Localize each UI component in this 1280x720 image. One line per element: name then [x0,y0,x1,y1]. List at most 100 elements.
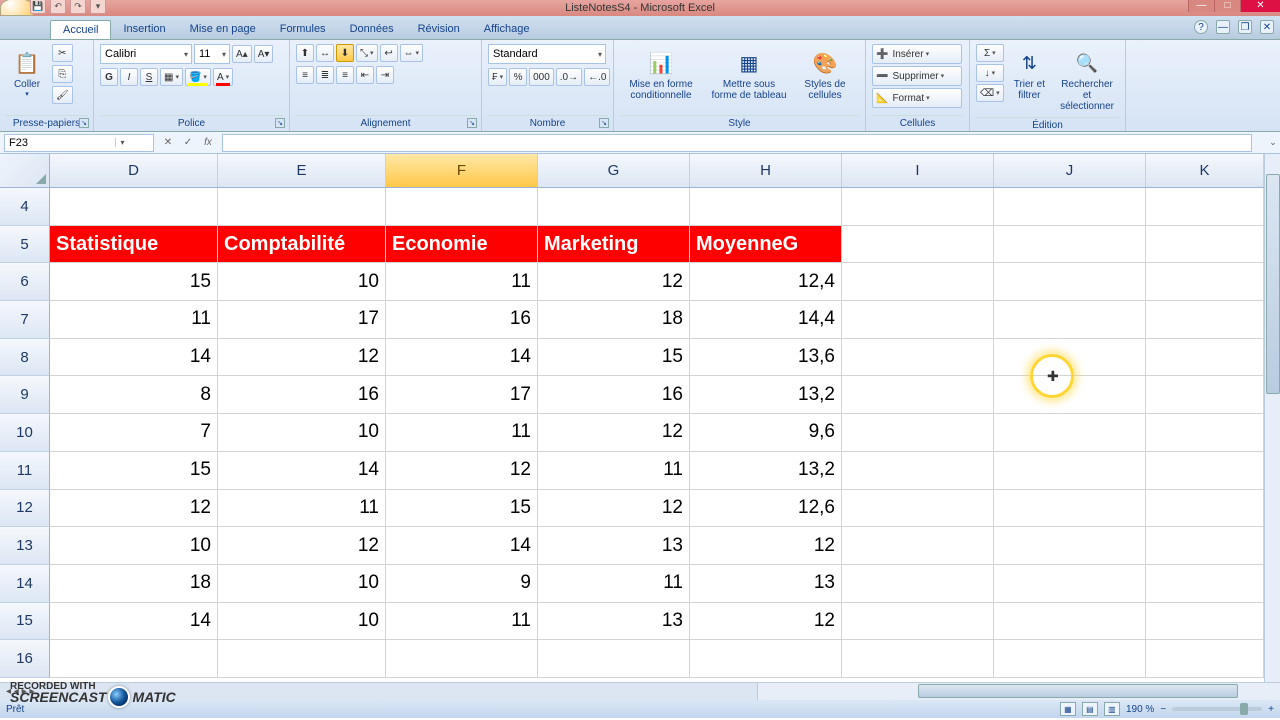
cell-J11[interactable] [994,452,1146,490]
row-header-16[interactable]: 16 [0,640,50,678]
cell-G8[interactable]: 15 [538,339,690,377]
cell-J8[interactable] [994,339,1146,377]
align-top-icon[interactable]: ⬆ [296,44,314,62]
cell-F15[interactable]: 11 [386,603,538,641]
enter-formula-icon[interactable]: ✓ [180,135,196,151]
row-header-10[interactable]: 10 [0,414,50,452]
cell-K12[interactable] [1146,490,1264,528]
cell-J4[interactable] [994,188,1146,226]
name-box-dropdown-icon[interactable]: ▾ [115,138,129,147]
cell-K15[interactable] [1146,603,1264,641]
undo-icon[interactable]: ↶ [50,0,66,14]
column-header-J[interactable]: J [994,154,1146,187]
insert-cells-button[interactable]: ➕ Insérer [872,44,962,64]
cell-H15[interactable]: 12 [690,603,842,641]
column-header-E[interactable]: E [218,154,386,187]
column-header-D[interactable]: D [50,154,218,187]
row-header-8[interactable]: 8 [0,339,50,377]
zoom-slider[interactable] [1172,707,1262,711]
cell-J9[interactable] [994,376,1146,414]
horizontal-scroll-thumb[interactable] [918,684,1238,698]
cell-I7[interactable] [842,301,994,339]
row-header-15[interactable]: 15 [0,603,50,641]
copy-icon[interactable]: ⎘ [52,65,73,83]
cell-D11[interactable]: 15 [50,452,218,490]
cell-I11[interactable] [842,452,994,490]
row-header-6[interactable]: 6 [0,263,50,301]
cell-K6[interactable] [1146,263,1264,301]
minimize-button[interactable]: — [1188,0,1214,12]
cut-icon[interactable]: ✂ [52,44,73,62]
shrink-font-icon[interactable]: A▾ [254,45,274,63]
number-dialog-launcher[interactable]: ↘ [599,118,609,128]
cell-I13[interactable] [842,527,994,565]
fill-color-icon[interactable]: 🪣 [185,68,211,86]
cell-D13[interactable]: 10 [50,527,218,565]
cell-K4[interactable] [1146,188,1264,226]
page-break-view-icon[interactable]: ▥ [1104,702,1120,716]
row-header-4[interactable]: 4 [0,188,50,226]
alignment-dialog-launcher[interactable]: ↘ [467,118,477,128]
cell-D8[interactable]: 14 [50,339,218,377]
column-header-F[interactable]: F [386,154,538,187]
cell-H10[interactable]: 9,6 [690,414,842,452]
tab-formules[interactable]: Formules [268,20,338,39]
cell-K11[interactable] [1146,452,1264,490]
cell-E15[interactable]: 10 [218,603,386,641]
cell-J7[interactable] [994,301,1146,339]
cell-I5[interactable] [842,226,994,264]
format-as-table-button[interactable]: ▦ Mettre sous forme de tableau [706,44,792,104]
cell-F5[interactable]: Economie [386,226,538,264]
cell-H14[interactable]: 13 [690,565,842,603]
cell-F10[interactable]: 11 [386,414,538,452]
cell-F6[interactable]: 11 [386,263,538,301]
cell-I8[interactable] [842,339,994,377]
cell-D14[interactable]: 18 [50,565,218,603]
font-dialog-launcher[interactable]: ↘ [275,118,285,128]
row-header-12[interactable]: 12 [0,490,50,528]
column-header-K[interactable]: K [1146,154,1264,187]
thousands-icon[interactable]: 000 [529,68,554,86]
cell-H8[interactable]: 13,6 [690,339,842,377]
cell-J13[interactable] [994,527,1146,565]
cell-K16[interactable] [1146,640,1264,678]
row-header-7[interactable]: 7 [0,301,50,339]
increase-indent-icon[interactable]: ⇥ [376,66,394,84]
cell-G4[interactable] [538,188,690,226]
cell-G16[interactable] [538,640,690,678]
fill-icon[interactable]: ↓ [976,64,1004,82]
conditional-formatting-button[interactable]: 📊 Mise en forme conditionnelle [620,44,702,104]
cell-F4[interactable] [386,188,538,226]
qat-dropdown-icon[interactable]: ▾ [90,0,106,14]
cell-D16[interactable] [50,640,218,678]
grow-font-icon[interactable]: A▴ [232,45,252,63]
cell-F11[interactable]: 12 [386,452,538,490]
cell-J16[interactable] [994,640,1146,678]
zoom-thumb[interactable] [1240,703,1248,715]
cell-E14[interactable]: 10 [218,565,386,603]
cell-D15[interactable]: 14 [50,603,218,641]
cancel-formula-icon[interactable]: ✕ [160,135,176,151]
clear-icon[interactable]: ⌫ [976,84,1004,102]
cell-E11[interactable]: 14 [218,452,386,490]
tab-révision[interactable]: Révision [406,20,472,39]
column-header-H[interactable]: H [690,154,842,187]
row-header-9[interactable]: 9 [0,376,50,414]
clipboard-dialog-launcher[interactable]: ↘ [79,118,89,128]
align-middle-icon[interactable]: ↔ [316,44,334,62]
cell-H5[interactable]: MoyenneG [690,226,842,264]
cell-I4[interactable] [842,188,994,226]
align-right-icon[interactable]: ≡ [336,66,354,84]
cell-H13[interactable]: 12 [690,527,842,565]
cell-D4[interactable] [50,188,218,226]
zoom-out-icon[interactable]: − [1160,704,1166,715]
tab-insertion[interactable]: Insertion [111,20,177,39]
cell-E6[interactable]: 10 [218,263,386,301]
cell-K5[interactable] [1146,226,1264,264]
row-header-5[interactable]: 5 [0,226,50,264]
cell-F7[interactable]: 16 [386,301,538,339]
underline-button[interactable]: S [140,68,158,86]
close-workbook-icon[interactable]: ✕ [1260,20,1274,34]
restore-window-icon[interactable]: ❐ [1238,20,1252,34]
cell-I15[interactable] [842,603,994,641]
